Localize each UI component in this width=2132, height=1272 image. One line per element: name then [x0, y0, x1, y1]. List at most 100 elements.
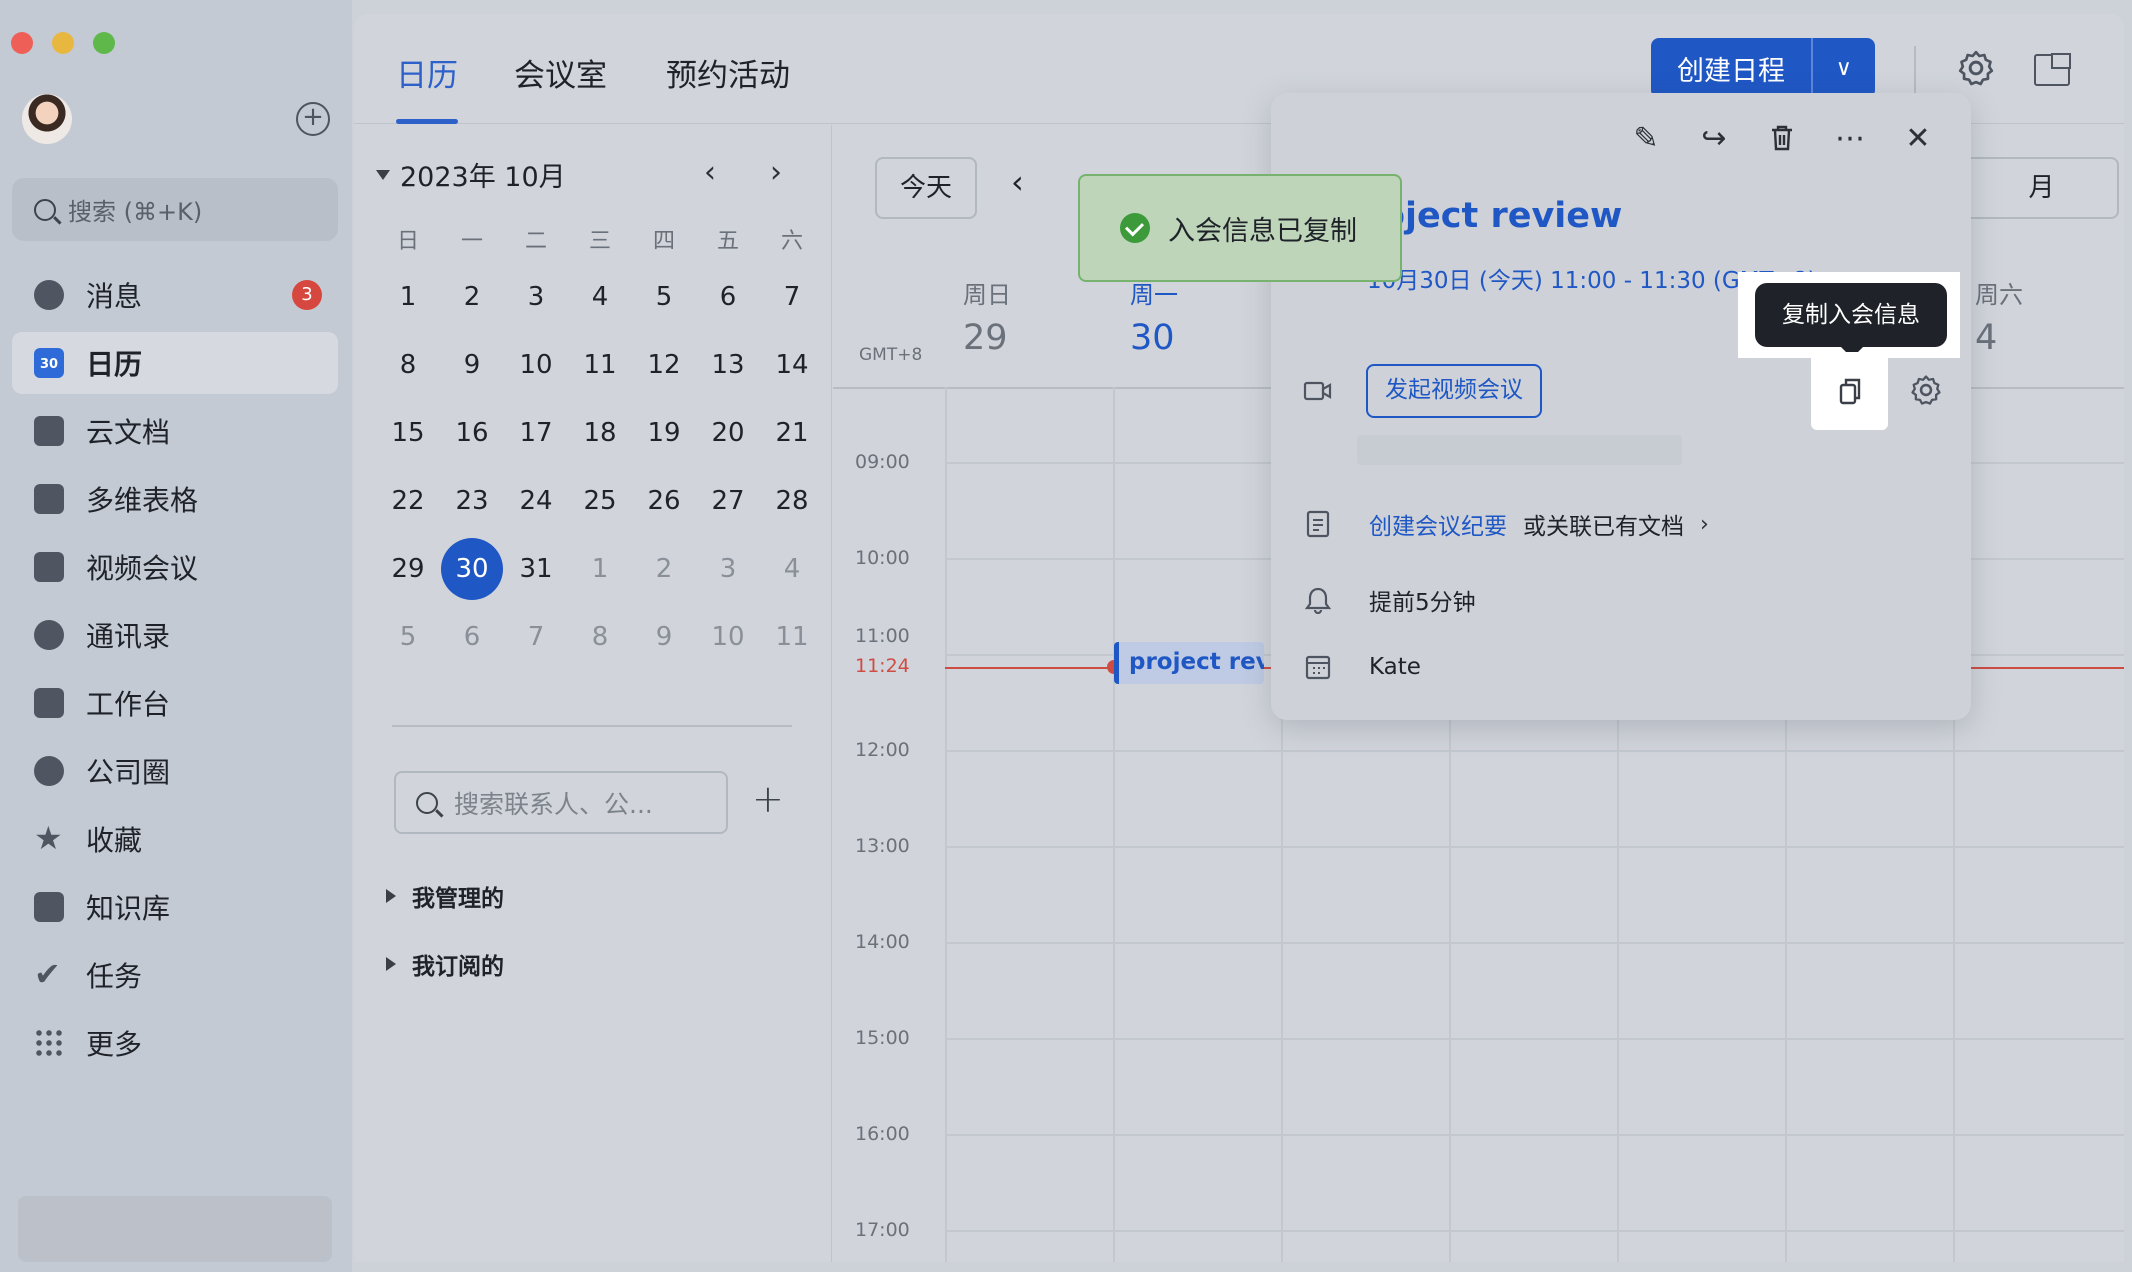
- day-cell-next-month[interactable]: 5: [376, 622, 440, 652]
- day-cell[interactable]: 1: [376, 282, 440, 312]
- group-subscribed[interactable]: 我订阅的: [386, 947, 504, 981]
- day-cell[interactable]: 31: [504, 554, 568, 584]
- sidebar-item-messages[interactable]: 消息 3: [12, 264, 338, 326]
- day-cell[interactable]: 6: [696, 282, 760, 312]
- sidebar-item-contacts[interactable]: 通讯录: [12, 604, 338, 666]
- day-cell[interactable]: 11: [568, 350, 632, 380]
- day-cell-next-month[interactable]: 6: [440, 622, 504, 652]
- tab-booking[interactable]: 预约活动: [666, 50, 790, 124]
- sidebar-item-favorites[interactable]: ★ 收藏: [12, 808, 338, 870]
- day-header-sat[interactable]: 周六 4: [1975, 275, 2023, 358]
- day-cell[interactable]: 12: [632, 350, 696, 380]
- sidebar-item-more[interactable]: 更多: [12, 1012, 338, 1074]
- mini-calendar-title[interactable]: 2023年 10月: [376, 155, 566, 194]
- day-cell[interactable]: 2: [440, 282, 504, 312]
- day-cell-next-month[interactable]: 9: [632, 622, 696, 652]
- chevron-left-icon[interactable]: ‹: [1011, 163, 1024, 201]
- time-label: 12:00: [855, 739, 910, 761]
- avatar[interactable]: [22, 94, 72, 144]
- day-cell-next-month[interactable]: 8: [568, 622, 632, 652]
- day-cell[interactable]: 29: [376, 554, 440, 584]
- create-event-button[interactable]: 创建日程 ∨: [1651, 38, 1875, 98]
- copy-meeting-info-button[interactable]: [1811, 352, 1888, 430]
- day-cell[interactable]: 21: [760, 418, 824, 448]
- sidebar-item-workplace[interactable]: 工作台: [12, 672, 338, 734]
- share-icon[interactable]: ↪: [1697, 121, 1731, 156]
- day-header-sun[interactable]: 周日 29: [963, 275, 1011, 358]
- day-cell[interactable]: 28: [760, 486, 824, 516]
- sidebar-item-label: 收藏: [86, 824, 143, 857]
- day-cell[interactable]: 4: [568, 282, 632, 312]
- day-cell[interactable]: 8: [376, 350, 440, 380]
- sidebar-nav: 消息 3 30 日历 云文档 多维表格 视频会议 通讯录 工作台 公司圈 ★ 收…: [12, 264, 338, 1080]
- day-cell-next-month[interactable]: 3: [696, 554, 760, 584]
- day-cell-next-month[interactable]: 1: [568, 554, 632, 584]
- sidebar-item-calendar[interactable]: 30 日历: [12, 332, 338, 394]
- day-cell-next-month[interactable]: 2: [632, 554, 696, 584]
- day-cell[interactable]: 3: [504, 282, 568, 312]
- sidebar-item-docs[interactable]: 云文档: [12, 400, 338, 462]
- sidebar-item-base[interactable]: 多维表格: [12, 468, 338, 530]
- day-cell[interactable]: 19: [632, 418, 696, 448]
- day-cell[interactable]: 23: [440, 486, 504, 516]
- day-cell[interactable]: 16: [440, 418, 504, 448]
- day-header-mon[interactable]: 周一 30: [1130, 275, 1178, 358]
- start-video-meeting-button[interactable]: 发起视频会议: [1366, 364, 1542, 418]
- weekday-label: 六: [780, 229, 803, 254]
- day-cell[interactable]: 13: [696, 350, 760, 380]
- settings-gear-icon[interactable]: [1956, 48, 1996, 88]
- day-cell[interactable]: 9: [440, 350, 504, 380]
- global-search[interactable]: 搜索 (⌘+K): [12, 178, 338, 241]
- sidebar-item-moments[interactable]: 公司圈: [12, 740, 338, 802]
- day-cell-next-month[interactable]: 11: [760, 622, 824, 652]
- today-button[interactable]: 今天: [875, 157, 977, 219]
- tab-calendar[interactable]: 日历: [396, 50, 458, 124]
- view-switch-month[interactable]: 月: [1964, 157, 2119, 219]
- day-cell[interactable]: 5: [632, 282, 696, 312]
- create-meeting-notes-link[interactable]: 创建会议纪要: [1369, 507, 1507, 541]
- new-window-icon[interactable]: [2034, 53, 2071, 86]
- day-cell[interactable]: 26: [632, 486, 696, 516]
- day-cell[interactable]: 22: [376, 486, 440, 516]
- add-circle-icon[interactable]: +: [296, 102, 330, 136]
- contact-search-input[interactable]: 搜索联系人、公...: [394, 771, 728, 834]
- day-cell-selected[interactable]: 30: [440, 538, 504, 600]
- day-cell[interactable]: 7: [760, 282, 824, 312]
- add-calendar-plus-icon[interactable]: +: [752, 777, 784, 821]
- day-cell[interactable]: 24: [504, 486, 568, 516]
- minimize-window-button[interactable]: [52, 32, 74, 54]
- task-icon: ✔: [34, 955, 61, 993]
- trash-icon[interactable]: [1765, 121, 1799, 155]
- sidebar-item-tasks[interactable]: ✔ 任务: [12, 944, 338, 1006]
- group-managed[interactable]: 我管理的: [386, 879, 504, 913]
- chevron-right-icon[interactable]: ›: [1700, 512, 1709, 537]
- close-window-button[interactable]: [11, 32, 33, 54]
- day-cell[interactable]: 10: [504, 350, 568, 380]
- tab-meeting-rooms[interactable]: 会议室: [514, 50, 607, 124]
- chevron-left-icon[interactable]: ‹: [704, 155, 716, 190]
- meeting-settings-gear-icon[interactable]: [1909, 373, 1943, 407]
- day-cell[interactable]: 17: [504, 418, 568, 448]
- day-cell[interactable]: 14: [760, 350, 824, 380]
- day-cell[interactable]: 15: [376, 418, 440, 448]
- event-block[interactable]: project revi: [1114, 642, 1264, 684]
- day-cell[interactable]: 20: [696, 418, 760, 448]
- close-icon[interactable]: ✕: [1901, 121, 1935, 156]
- sidebar-item-video[interactable]: 视频会议: [12, 536, 338, 598]
- search-icon: [416, 791, 438, 814]
- more-dots-icon[interactable]: ⋯: [1833, 121, 1867, 156]
- edit-pencil-icon[interactable]: ✎: [1629, 121, 1663, 156]
- weekday-label: 日: [396, 229, 419, 254]
- maximize-window-button[interactable]: [93, 32, 115, 54]
- day-cell-next-month[interactable]: 7: [504, 622, 568, 652]
- sidebar-item-wiki[interactable]: 知识库: [12, 876, 338, 938]
- day-cell-next-month[interactable]: 10: [696, 622, 760, 652]
- day-cell[interactable]: 27: [696, 486, 760, 516]
- day-cell-next-month[interactable]: 4: [760, 554, 824, 584]
- sidebar-footer-banner[interactable]: [18, 1196, 332, 1262]
- day-cell[interactable]: 25: [568, 486, 632, 516]
- chevron-down-icon[interactable]: ∨: [1813, 56, 1876, 81]
- chevron-right-icon[interactable]: ›: [770, 155, 782, 190]
- day-cell[interactable]: 18: [568, 418, 632, 448]
- link-existing-doc[interactable]: 或关联已有文档: [1523, 507, 1684, 541]
